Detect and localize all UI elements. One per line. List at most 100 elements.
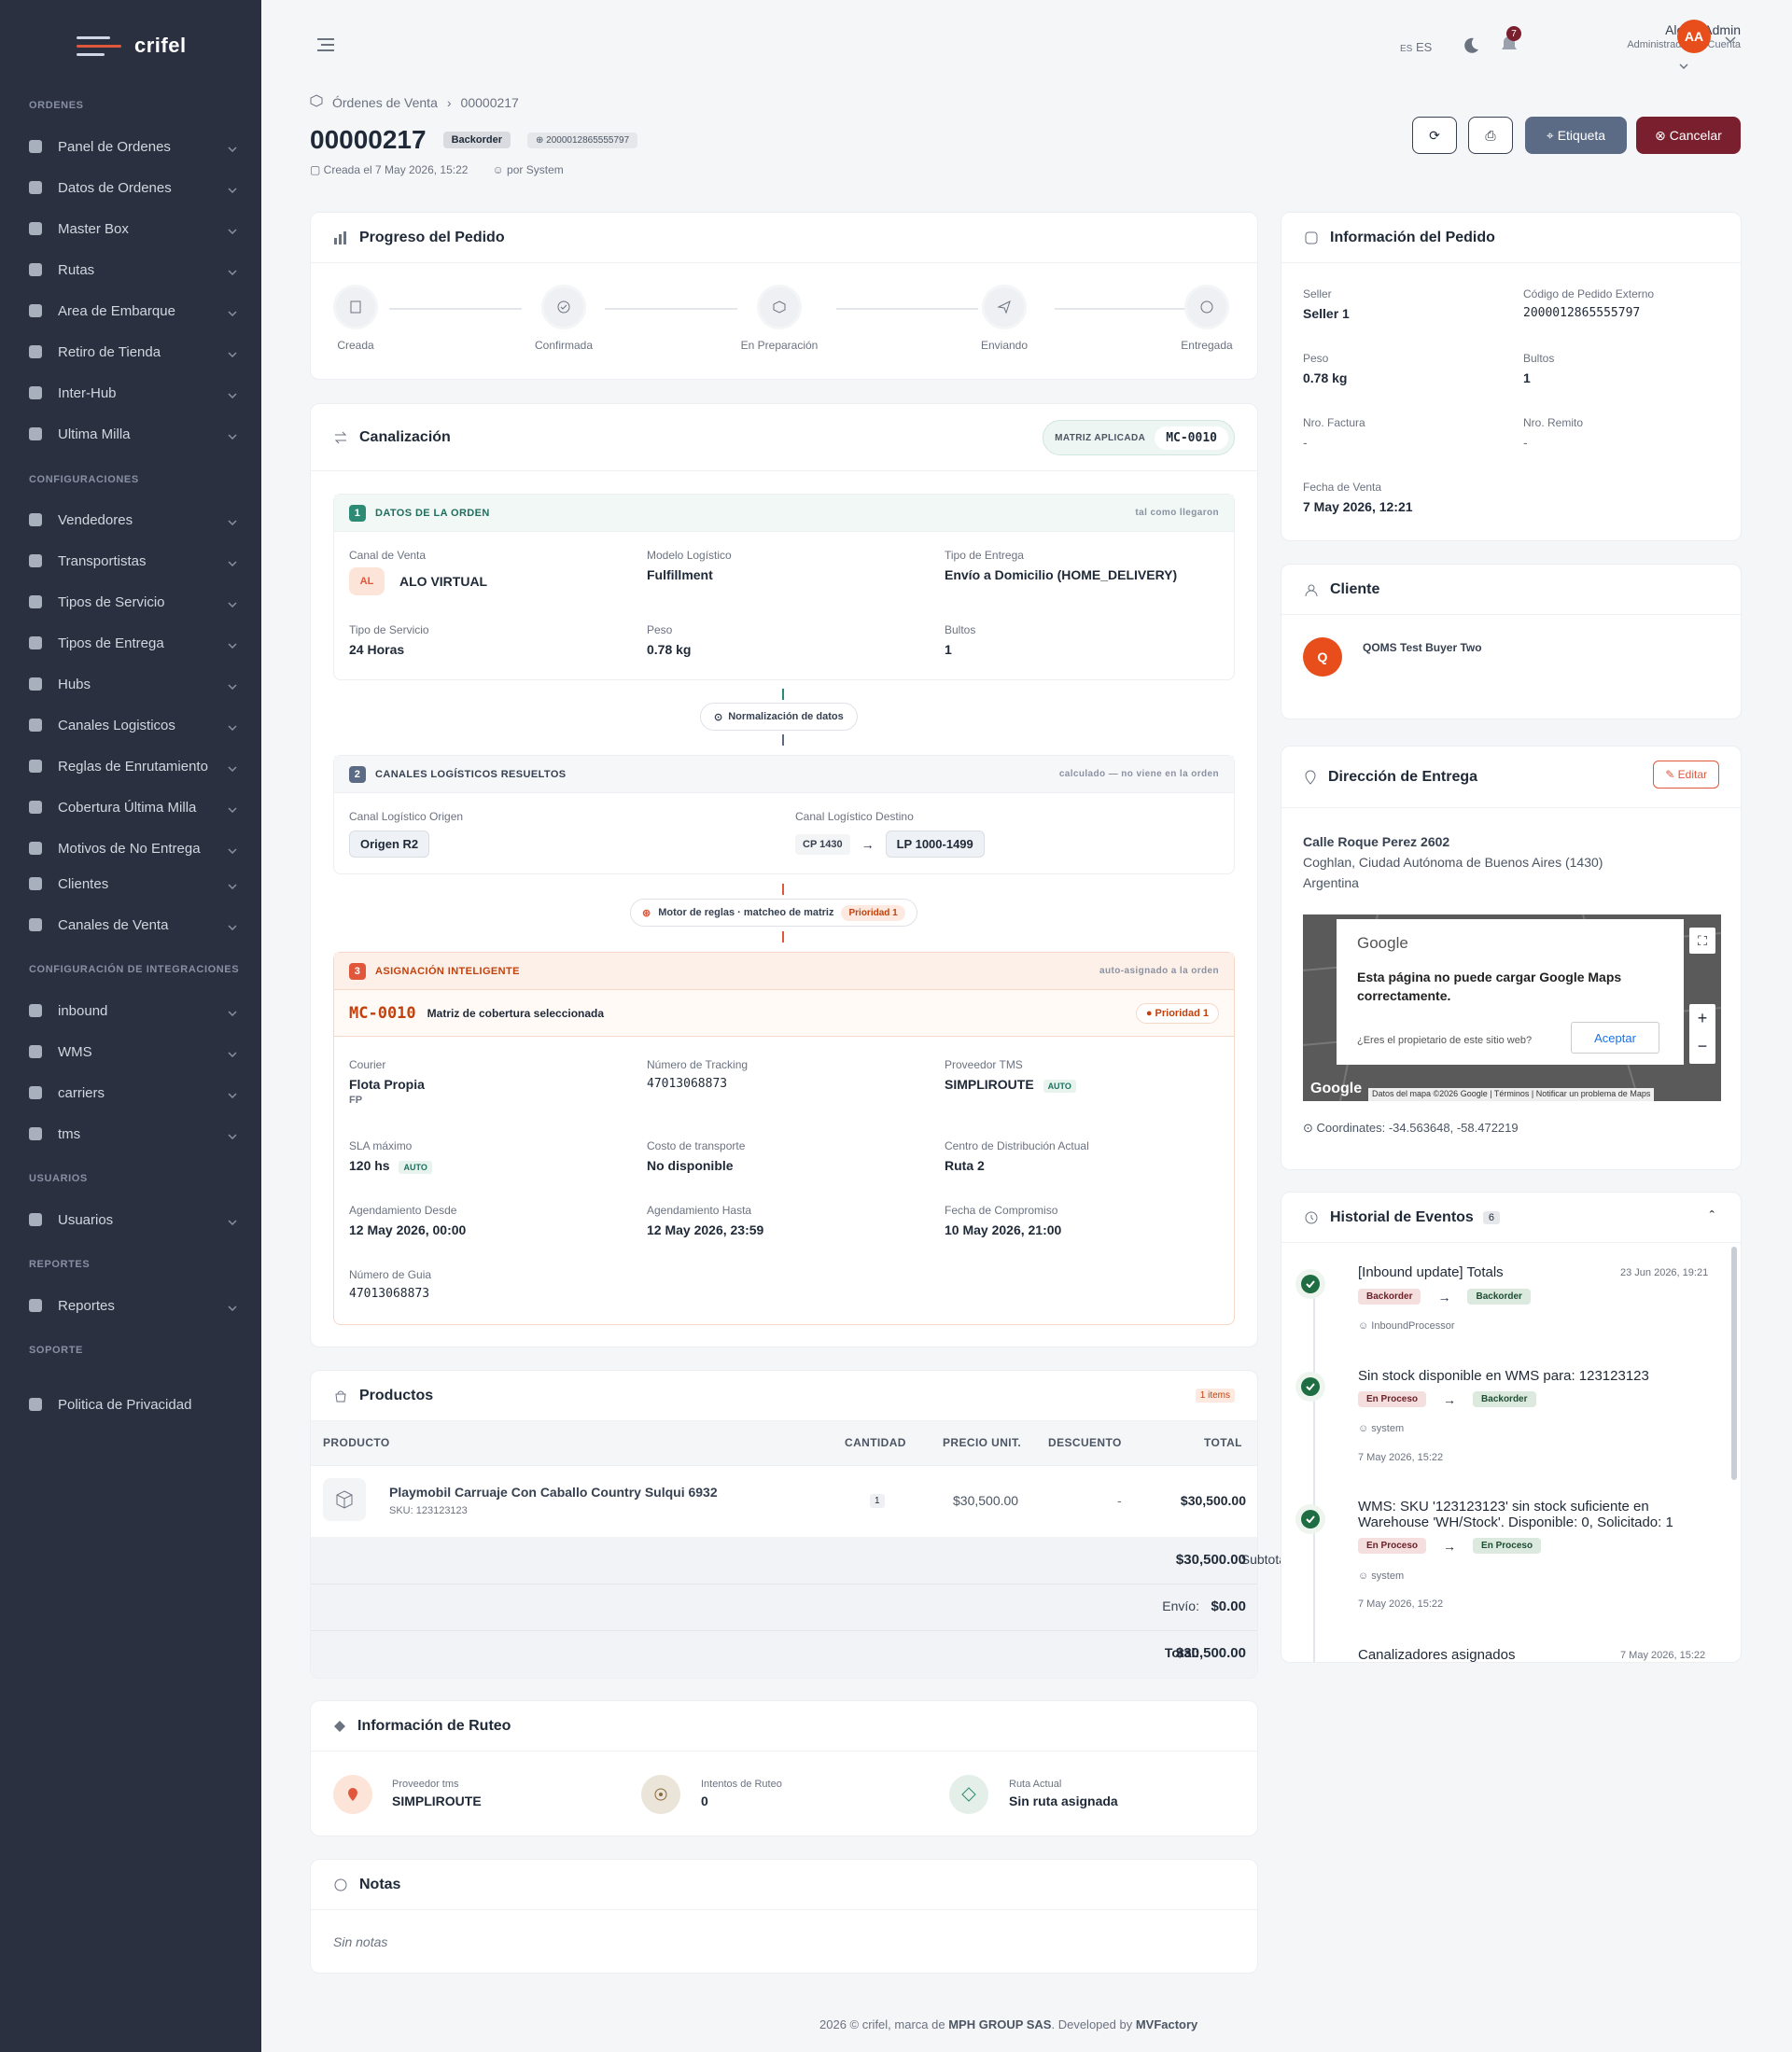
product-name: Playmobil Carruaje Con Caballo Country S…	[389, 1485, 718, 1500]
sidebar-item[interactable]: Tipos de Entrega	[26, 630, 237, 656]
retry-icon	[641, 1775, 680, 1814]
chevron-down-icon	[228, 918, 237, 934]
sidebar-item[interactable]: Tipos de Servicio	[26, 589, 237, 615]
sidebar-item[interactable]: WMS	[26, 1039, 237, 1065]
subtotal-value: $30,500.00	[1175, 1552, 1246, 1568]
refresh-button[interactable]: ⟳	[1412, 117, 1457, 154]
chevron-down-icon[interactable]	[1679, 57, 1688, 72]
product-qty: 1	[870, 1494, 885, 1508]
sidebar-item-label: Inter-Hub	[58, 384, 117, 401]
sidebar-item[interactable]: Reportes	[26, 1292, 237, 1319]
sidebar-item[interactable]: Motivos de No Entrega	[26, 835, 237, 861]
sidebar-item[interactable]: Panel de Ordenes	[26, 133, 237, 160]
send-icon	[26, 425, 45, 443]
sidebar-item[interactable]: tms	[26, 1121, 237, 1147]
brand-logo[interactable]: crifel	[77, 34, 187, 58]
doc-icon	[26, 1395, 45, 1414]
sidebar-item[interactable]: Area de Embarque	[26, 298, 237, 324]
customer-name[interactable]: QOMS Test Buyer Two	[1363, 641, 1482, 654]
moon-icon[interactable]	[1461, 35, 1479, 57]
scrollbar[interactable]	[1731, 1247, 1737, 1480]
sidebar-item[interactable]: Cobertura Última Milla	[26, 794, 237, 820]
sidebar-item[interactable]: Usuarios	[26, 1207, 237, 1233]
map[interactable]: Google Esta página no puede cargar Googl…	[1303, 914, 1721, 1101]
arrow-right-icon: →	[1443, 1391, 1457, 1407]
chevron-down-icon	[228, 554, 237, 570]
page-title: 00000217	[310, 125, 427, 154]
field-intentos: Intentos de Ruteo 0	[701, 1779, 782, 1808]
sidebar-item-label: Tipos de Entrega	[58, 635, 164, 651]
sidebar-item-label: Cobertura Última Milla	[58, 799, 197, 816]
label-button[interactable]: ⌖ Etiqueta	[1525, 117, 1627, 154]
sidebar-item[interactable]: Ultima Milla	[26, 421, 237, 447]
brand-name: crifel	[134, 34, 187, 57]
sidebar-item[interactable]: Vendedores	[26, 507, 237, 533]
sidebar-item[interactable]: Datos de Ordenes	[26, 174, 237, 201]
chevron-down-icon	[228, 427, 237, 443]
sidebar-item[interactable]: Master Box	[26, 216, 237, 242]
progress-header: Progreso del Pedido	[311, 213, 1257, 263]
history-header[interactable]: Historial de Eventos 6 ˆ	[1281, 1193, 1741, 1243]
notes-empty: Sin notas	[333, 1934, 388, 1949]
sidebar-item-label: Ultima Milla	[58, 426, 131, 442]
bell-icon[interactable]: 7	[1499, 26, 1521, 59]
box-icon	[757, 285, 802, 329]
event-actor: ☺ system	[1358, 1423, 1405, 1434]
sidebar-item-label: WMS	[58, 1043, 92, 1060]
zoom-controls[interactable]: + −	[1689, 1004, 1715, 1064]
sidebar-item[interactable]: Politica de Privacidad	[26, 1391, 237, 1417]
field-origen: Canal Logístico Origen Origen R2	[349, 810, 463, 858]
sidebar-item[interactable]: Clientes	[26, 871, 237, 897]
chevron-down-icon[interactable]	[1725, 32, 1736, 47]
chart-icon	[26, 1296, 45, 1315]
menu-toggle-icon[interactable]	[317, 37, 336, 55]
avatar[interactable]: AA	[1677, 20, 1711, 53]
shipping-value: $0.00	[1211, 1598, 1246, 1614]
sidebar-item-label: Usuarios	[58, 1211, 114, 1228]
address-text: Calle Roque Perez 2602 Coghlan, Ciudad Au…	[1303, 834, 1603, 890]
customer-header: Cliente	[1281, 565, 1741, 615]
chevron-down-icon	[228, 801, 237, 817]
col-precio: PRECIO UNIT.	[943, 1436, 1022, 1449]
fullscreen-icon[interactable]: ⛶	[1689, 928, 1715, 954]
sidebar-item[interactable]: carriers	[26, 1080, 237, 1106]
order-info-header: Información del Pedido	[1281, 213, 1741, 263]
routing-card: Información de Ruteo	[310, 1700, 1258, 1836]
edit-address-button[interactable]: ✎ Editar	[1653, 761, 1719, 789]
normalization-chip: ⊙ Normalización de datos	[700, 703, 858, 731]
language-selector[interactable]: ES ES	[1400, 40, 1432, 54]
print-button[interactable]: ⎙	[1468, 117, 1513, 154]
address-card: Dirección de Entrega ✎ Editar Calle Roqu…	[1281, 746, 1742, 1170]
sidebar-item[interactable]: Reglas de Enrutamiento	[26, 753, 237, 779]
map-footer: Datos del mapa ©2026 Google | Términos |…	[1368, 1088, 1655, 1101]
sidebar-item-label: Tipos de Servicio	[58, 593, 165, 610]
table-row[interactable]: Playmobil Carruaje Con Caballo Country S…	[389, 1485, 718, 1516]
sidebar-item[interactable]: Canales de Venta	[26, 912, 237, 938]
created-by: por System	[507, 163, 564, 176]
chevron-up-icon: ˆ	[1709, 1209, 1715, 1225]
field-factura: Nro. Factura -	[1303, 416, 1365, 450]
event-title: Canalizadores asignados	[1358, 1647, 1516, 1663]
cube-icon	[310, 94, 323, 110]
history-icon	[1305, 1211, 1318, 1223]
canal-badge: AL	[349, 567, 385, 595]
sidebar-item-label: Panel de Ordenes	[58, 138, 171, 155]
sidebar-item[interactable]: Transportistas	[26, 548, 237, 574]
field-info-bultos: Bultos 1	[1523, 352, 1555, 385]
refresh-icon: ⟳	[1429, 127, 1440, 143]
sidebar-item[interactable]: Hubs	[26, 671, 237, 697]
sidebar-item[interactable]: Canales Logisticos	[26, 712, 237, 738]
sidebar-item[interactable]: Retiro de Tienda	[26, 339, 237, 365]
cancel-button[interactable]: ⊗ Cancelar	[1636, 117, 1741, 154]
sidebar-item[interactable]: Rutas	[26, 257, 237, 283]
sidebar-item[interactable]: Inter-Hub	[26, 380, 237, 406]
chevron-down-icon	[228, 636, 237, 652]
sidebar-item[interactable]: inbound	[26, 998, 237, 1024]
chevron-down-icon	[228, 1004, 237, 1020]
building-icon	[26, 675, 45, 693]
external-id-badge: ⊕ 2000012865555797	[527, 132, 638, 148]
sidebar-item-label: Retiro de Tienda	[58, 343, 161, 360]
field-compromiso: Fecha de Compromiso 10 May 2026, 21:00	[945, 1204, 1062, 1237]
map-accept-button[interactable]: Aceptar	[1571, 1022, 1659, 1054]
breadcrumb-parent[interactable]: Órdenes de Venta	[332, 95, 438, 110]
